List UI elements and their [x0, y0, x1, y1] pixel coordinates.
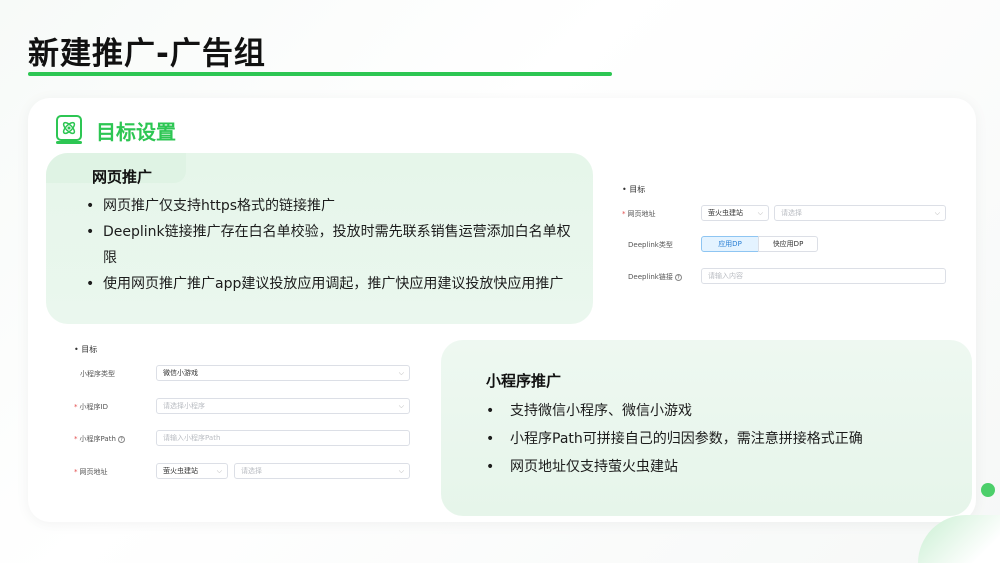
list-item: Deeplink链接推广存在白名单校验，投放时需先联系销售运营添加白名单权限 [86, 219, 582, 271]
deeplink-link-label: Deeplink链接? [628, 272, 682, 282]
list-item: 小程序Path可拼接自己的归因参数，需注意拼接格式正确 [486, 425, 956, 453]
form-section-title: • 目标 [622, 185, 646, 194]
deeplink-type-quickapp-dp[interactable]: 快应用DP [758, 236, 818, 252]
url-label: * 网页地址 [74, 468, 108, 476]
mini-program-heading: 小程序推广 [486, 372, 562, 390]
mini-id-select[interactable]: 请选择小程序 ⌵ [156, 398, 410, 414]
help-icon[interactable]: ? [117, 435, 125, 443]
title-underline [28, 72, 612, 76]
chevron-down-icon: ⌵ [398, 467, 404, 475]
url-label: * 网页地址 [622, 210, 656, 218]
chevron-down-icon: ⌵ [398, 402, 404, 410]
url-select[interactable]: 请选择 ⌵ [234, 463, 410, 479]
url-type-select[interactable]: 萤火虫建站 ⌵ [701, 205, 769, 221]
mini-id-label: * 小程序ID [74, 403, 108, 411]
web-promotion-heading: 网页推广 [92, 168, 153, 186]
mini-program-form-panel: • 目标 小程序类型 微信小游戏 ⌵ * 小程序ID 请选择小程序 ⌵ * 小程序Pat… [66, 336, 424, 494]
help-icon[interactable]: ? [674, 273, 682, 281]
chevron-down-icon: ⌵ [216, 467, 222, 475]
page-title: 新建推广-广告组 [28, 36, 266, 72]
atom-icon [56, 115, 82, 141]
web-form-panel: • 目标 * 网页地址 萤火虫建站 ⌵ 请选择 ⌵ Deeplink类型 应用DP 快… [610, 178, 966, 293]
deeplink-link-input[interactable]: 请输入内容 [701, 268, 946, 284]
mini-path-label: * 小程序Path? [74, 434, 125, 444]
url-type-select[interactable]: 萤火虫建站 ⌵ [156, 463, 228, 479]
decorative-dot [981, 483, 995, 497]
list-item: 支持微信小程序、微信小游戏 [486, 397, 956, 425]
mini-program-list: 支持微信小程序、微信小游戏 小程序Path可拼接自己的归因参数，需注意拼接格式正… [486, 397, 956, 481]
chevron-down-icon: ⌵ [398, 369, 404, 377]
section-icon-underline [56, 141, 82, 144]
list-item: 使用网页推广推广app建议投放应用调起，推广快应用建议投放快应用推广 [86, 271, 582, 297]
list-item: 网页地址仅支持萤火虫建站 [486, 453, 956, 481]
decorative-leaf [918, 515, 1000, 563]
mini-type-select[interactable]: 微信小游戏 ⌵ [156, 365, 410, 381]
deeplink-type-app-dp[interactable]: 应用DP [701, 236, 759, 252]
section-title: 目标设置 [96, 120, 176, 144]
url-select[interactable]: 请选择 ⌵ [774, 205, 946, 221]
mini-path-input[interactable]: 请输入小程序Path [156, 430, 410, 446]
web-promotion-list: 网页推广仅支持https格式的链接推广 Deeplink链接推广存在白名单校验，… [86, 193, 582, 297]
chevron-down-icon: ⌵ [757, 209, 763, 217]
mini-type-label: 小程序类型 [80, 370, 115, 378]
form-section-title: • 目标 [74, 345, 98, 354]
chevron-down-icon: ⌵ [934, 209, 940, 217]
deeplink-type-label: Deeplink类型 [628, 241, 673, 249]
list-item: 网页推广仅支持https格式的链接推广 [86, 193, 582, 219]
